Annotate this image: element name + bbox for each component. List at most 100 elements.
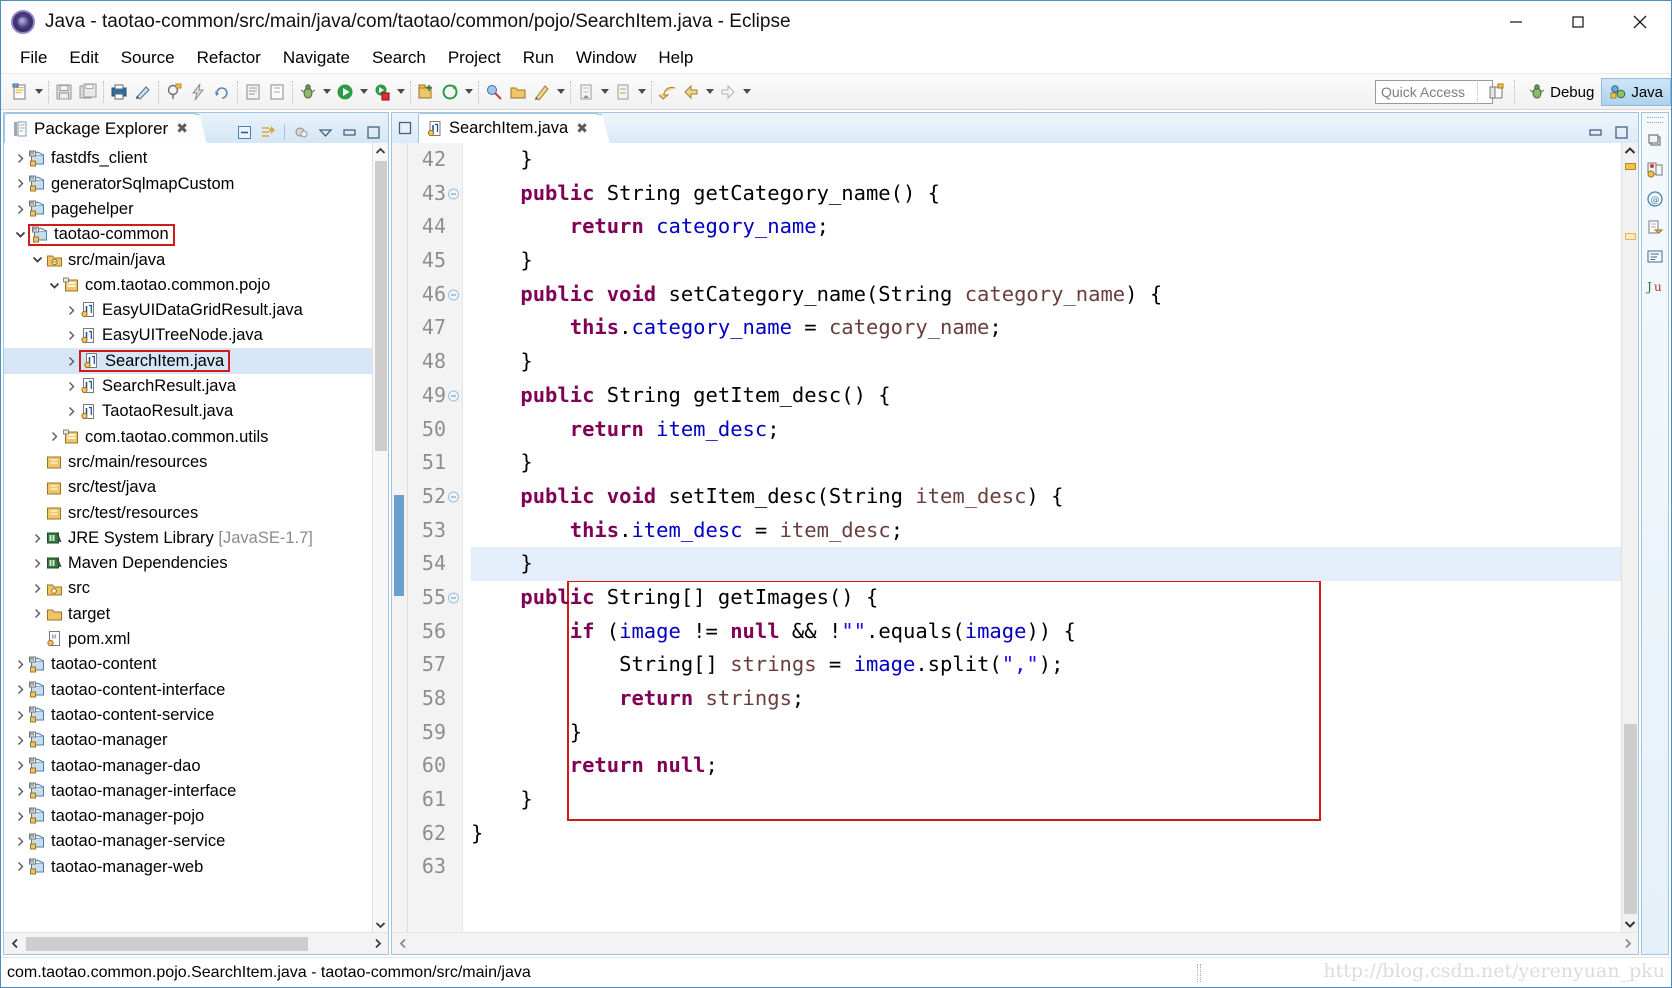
- editor-scroll-thumb[interactable]: [1624, 724, 1637, 914]
- code-line[interactable]: this.category_name = category_name;: [471, 311, 1621, 345]
- tree-item[interactable]: Mtaotao-content-interface: [4, 677, 372, 702]
- tree-item[interactable]: Mtaotao-manager: [4, 728, 372, 753]
- menu-search[interactable]: Search: [361, 45, 437, 71]
- code-line[interactable]: this.item_desc = item_desc;: [471, 514, 1621, 548]
- twisty-collapsed-icon[interactable]: [12, 779, 28, 804]
- forward-icon[interactable]: [716, 80, 740, 104]
- scroll-left-icon[interactable]: [392, 938, 414, 949]
- at-icon[interactable]: @: [1644, 188, 1666, 210]
- maximize-icon[interactable]: [1547, 1, 1609, 42]
- backward-icon[interactable]: [679, 80, 703, 104]
- twisty-collapsed-icon[interactable]: [29, 526, 45, 551]
- explorer-hscroll-track[interactable]: [26, 936, 366, 951]
- tree-item[interactable]: EasyUITreeNode.java: [4, 323, 372, 348]
- tree-item[interactable]: Mtaotao-manager-web: [4, 854, 372, 879]
- problems-icon[interactable]: [1644, 159, 1666, 181]
- menu-navigate[interactable]: Navigate: [272, 45, 361, 71]
- scroll-left-icon[interactable]: [4, 938, 26, 949]
- tree-item[interactable]: Mtaotao-manager-dao: [4, 753, 372, 778]
- fold-collapse-icon[interactable]: [448, 289, 459, 301]
- twisty-collapsed-icon[interactable]: [12, 146, 28, 171]
- twisty-collapsed-icon[interactable]: [12, 829, 28, 854]
- collapse-all-icon[interactable]: [233, 121, 255, 143]
- menu-help[interactable]: Help: [647, 45, 704, 71]
- tree-item[interactable]: com.taotao.common.utils: [4, 424, 372, 449]
- tree-item[interactable]: Maven Dependencies: [4, 551, 372, 576]
- tree-item[interactable]: Mpagehelper: [4, 197, 372, 222]
- code-line[interactable]: return null;: [471, 749, 1621, 783]
- backward-dropdown-arrow[interactable]: [703, 80, 716, 104]
- minimize-icon[interactable]: [1485, 1, 1547, 42]
- fold-collapse-icon[interactable]: [448, 491, 459, 503]
- scroll-down-icon[interactable]: [1622, 916, 1638, 932]
- twisty-collapsed-icon[interactable]: [63, 374, 79, 399]
- view-menu-icon[interactable]: [314, 121, 336, 143]
- new-icon[interactable]: [8, 80, 32, 104]
- code-line[interactable]: }: [471, 244, 1621, 278]
- twisty-collapsed-icon[interactable]: [46, 424, 62, 449]
- annotation-icon[interactable]: [530, 80, 554, 104]
- console-icon[interactable]: [1644, 246, 1666, 268]
- twisty-expanded-icon[interactable]: [46, 273, 62, 298]
- editor-restore-icon[interactable]: [392, 113, 418, 143]
- scroll-right-icon[interactable]: [1616, 938, 1638, 949]
- tab-searchitem-java[interactable]: SearchItem.java ✖: [418, 113, 598, 143]
- tree-item[interactable]: Mtaotao-content: [4, 652, 372, 677]
- code-line[interactable]: if (image != null && !"".equals(image)) …: [471, 615, 1621, 649]
- twisty-collapsed-icon[interactable]: [12, 197, 28, 222]
- annotation-dropdown-arrow[interactable]: [554, 80, 567, 104]
- scroll-down-icon[interactable]: [373, 916, 389, 932]
- tree-item[interactable]: Mtaotao-common: [4, 222, 372, 247]
- code-line[interactable]: }: [471, 783, 1621, 817]
- minimize-icon[interactable]: [338, 121, 360, 143]
- twisty-expanded-icon[interactable]: [29, 247, 45, 272]
- scroll-right-icon[interactable]: [366, 938, 388, 949]
- new-task-icon[interactable]: [265, 80, 289, 104]
- code-line[interactable]: [471, 850, 1621, 884]
- minimize-icon[interactable]: [1584, 121, 1606, 143]
- tree-item[interactable]: JRE System Library [JavaSE-1.7]: [4, 525, 372, 550]
- close-icon[interactable]: ✖: [576, 120, 588, 137]
- tree-item[interactable]: EasyUIDataGridResult.java: [4, 298, 372, 323]
- code-line[interactable]: }: [471, 716, 1621, 750]
- explorer-scroll-thumb[interactable]: [375, 161, 387, 451]
- focus-on-active-task-icon[interactable]: [290, 121, 312, 143]
- toggle-mark-occurrences-icon[interactable]: [131, 80, 155, 104]
- open-perspective-icon[interactable]: [1484, 80, 1508, 104]
- code-line[interactable]: }: [471, 143, 1621, 177]
- tree-item[interactable]: Mtaotao-manager-pojo: [4, 804, 372, 829]
- perspective-debug[interactable]: Debug: [1521, 78, 1601, 106]
- code-line[interactable]: String[] strings = image.split(",");: [471, 648, 1621, 682]
- twisty-collapsed-icon[interactable]: [12, 703, 28, 728]
- maximize-icon[interactable]: [362, 121, 384, 143]
- menu-source[interactable]: Source: [110, 45, 186, 71]
- twisty-collapsed-icon[interactable]: [63, 399, 79, 424]
- explorer-vertical-scrollbar[interactable]: [372, 143, 388, 932]
- twisty-collapsed-icon[interactable]: [12, 677, 28, 702]
- code-line[interactable]: public String getCategory_name() {: [471, 177, 1621, 211]
- twisty-collapsed-icon[interactable]: [29, 551, 45, 576]
- debug-dropdown-arrow[interactable]: [320, 80, 333, 104]
- fold-collapse-icon[interactable]: [448, 188, 459, 200]
- tree-item[interactable]: target: [4, 601, 372, 626]
- next-annotation-dropdown-arrow[interactable]: [598, 80, 611, 104]
- forward-dropdown-arrow[interactable]: [740, 80, 753, 104]
- project-tree[interactable]: Mfastdfs_client MgeneratorSqlmapCustom Mpa…: [4, 143, 372, 932]
- back-history-icon[interactable]: [655, 80, 679, 104]
- twisty-collapsed-icon[interactable]: [12, 753, 28, 778]
- close-icon[interactable]: ✖: [176, 120, 188, 137]
- tree-item[interactable]: SearchResult.java: [4, 374, 372, 399]
- explorer-horizontal-scrollbar[interactable]: [4, 932, 388, 954]
- twisty-collapsed-icon[interactable]: [63, 298, 79, 323]
- run-as-dropdown-arrow[interactable]: [394, 80, 407, 104]
- debug-icon[interactable]: [296, 80, 320, 104]
- scroll-up-icon[interactable]: [1622, 143, 1638, 159]
- explorer-hscroll-thumb[interactable]: [26, 936, 308, 951]
- build-icon[interactable]: [186, 80, 210, 104]
- code-line[interactable]: public String[] getImages() {: [471, 581, 1621, 615]
- save-all-icon[interactable]: [76, 80, 100, 104]
- code-line[interactable]: }: [471, 547, 1621, 581]
- menu-project[interactable]: Project: [437, 45, 512, 71]
- twisty-expanded-icon[interactable]: [12, 222, 28, 247]
- next-annotation-icon[interactable]: [574, 80, 598, 104]
